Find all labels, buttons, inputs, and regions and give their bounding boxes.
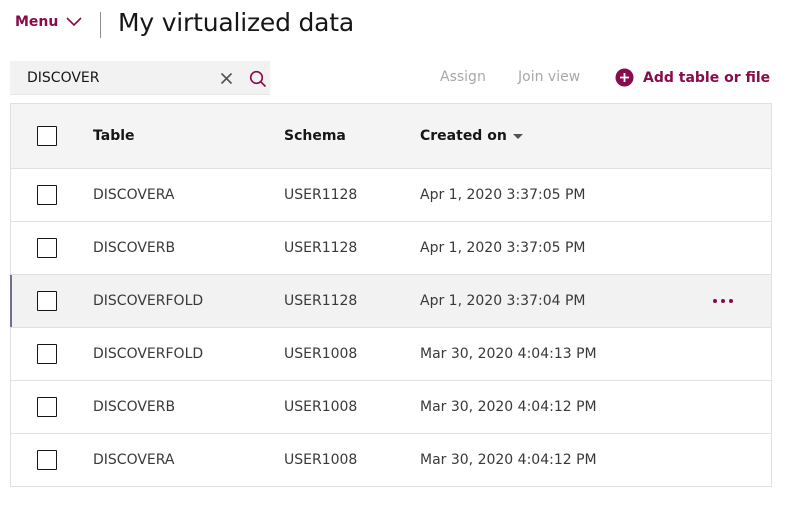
- add-table-or-file-label: Add table or file: [643, 69, 771, 86]
- chevron-down-icon: [66, 17, 82, 27]
- row-checkbox[interactable]: [37, 185, 57, 205]
- search-box: [10, 61, 270, 95]
- header-divider: [100, 12, 101, 38]
- table-row[interactable]: DISCOVERFOLD USER1128 Apr 1, 2020 3:37:0…: [10, 275, 771, 328]
- cell-created-on: Mar 30, 2020 4:04:12 PM: [420, 399, 597, 415]
- row-checkbox[interactable]: [37, 238, 57, 258]
- table-row[interactable]: DISCOVERB USER1008 Mar 30, 2020 4:04:12 …: [11, 381, 771, 434]
- search-icon[interactable]: [249, 70, 267, 88]
- select-all-checkbox[interactable]: [37, 126, 57, 146]
- close-icon[interactable]: [220, 72, 233, 85]
- row-checkbox[interactable]: [37, 450, 57, 470]
- search-input[interactable]: [10, 61, 205, 95]
- cell-schema: USER1128: [284, 293, 358, 309]
- table-row[interactable]: DISCOVERFOLD USER1008 Mar 30, 2020 4:04:…: [11, 328, 771, 381]
- cell-table: DISCOVERB: [93, 240, 176, 256]
- cell-table: DISCOVERFOLD: [93, 346, 204, 362]
- add-circle-icon: [615, 68, 634, 87]
- column-header-table[interactable]: Table: [93, 104, 135, 168]
- join-view-button[interactable]: Join view: [518, 69, 580, 85]
- overflow-menu-icon: [713, 299, 733, 303]
- table-row[interactable]: DISCOVERB USER1128 Apr 1, 2020 3:37:05 P…: [11, 222, 771, 275]
- cell-table: DISCOVERA: [93, 452, 175, 468]
- menu-label: Menu: [15, 14, 59, 30]
- cell-table: DISCOVERB: [93, 399, 176, 415]
- menu-button[interactable]: Menu: [15, 10, 82, 34]
- column-header-created-on[interactable]: Created on: [420, 104, 523, 168]
- cell-created-on: Mar 30, 2020 4:04:12 PM: [420, 452, 597, 468]
- cell-schema: USER1128: [284, 240, 358, 256]
- cell-created-on: Mar 30, 2020 4:04:13 PM: [420, 346, 597, 362]
- page-title: My virtualized data: [118, 8, 355, 37]
- assign-button[interactable]: Assign: [440, 69, 486, 85]
- add-table-or-file-button[interactable]: Add table or file: [615, 68, 770, 87]
- cell-schema: USER1128: [284, 187, 358, 203]
- overflow-menu-button[interactable]: [713, 275, 733, 327]
- cell-schema: USER1008: [284, 452, 358, 468]
- sort-descending-icon[interactable]: [512, 133, 523, 139]
- row-checkbox[interactable]: [37, 344, 57, 364]
- cell-schema: USER1008: [284, 399, 358, 415]
- table-header-row: Table Schema Created on: [11, 104, 771, 169]
- column-header-created-on-label: Created on: [420, 128, 507, 144]
- cell-created-on: Apr 1, 2020 3:37:04 PM: [420, 293, 586, 309]
- column-header-schema[interactable]: Schema: [284, 104, 346, 168]
- row-checkbox[interactable]: [37, 291, 57, 311]
- table-row[interactable]: DISCOVERA USER1128 Apr 1, 2020 3:37:05 P…: [11, 169, 771, 222]
- cell-table: DISCOVERFOLD: [93, 293, 204, 309]
- cell-created-on: Apr 1, 2020 3:37:05 PM: [420, 187, 586, 203]
- cell-table: DISCOVERA: [93, 187, 175, 203]
- data-table: Table Schema Created on DISCOVERA USER11…: [10, 103, 772, 487]
- cell-created-on: Apr 1, 2020 3:37:05 PM: [420, 240, 586, 256]
- cell-schema: USER1008: [284, 346, 358, 362]
- row-checkbox[interactable]: [37, 397, 57, 417]
- page-header: Menu My virtualized data: [0, 0, 802, 50]
- table-row[interactable]: DISCOVERA USER1008 Mar 30, 2020 4:04:12 …: [11, 434, 771, 487]
